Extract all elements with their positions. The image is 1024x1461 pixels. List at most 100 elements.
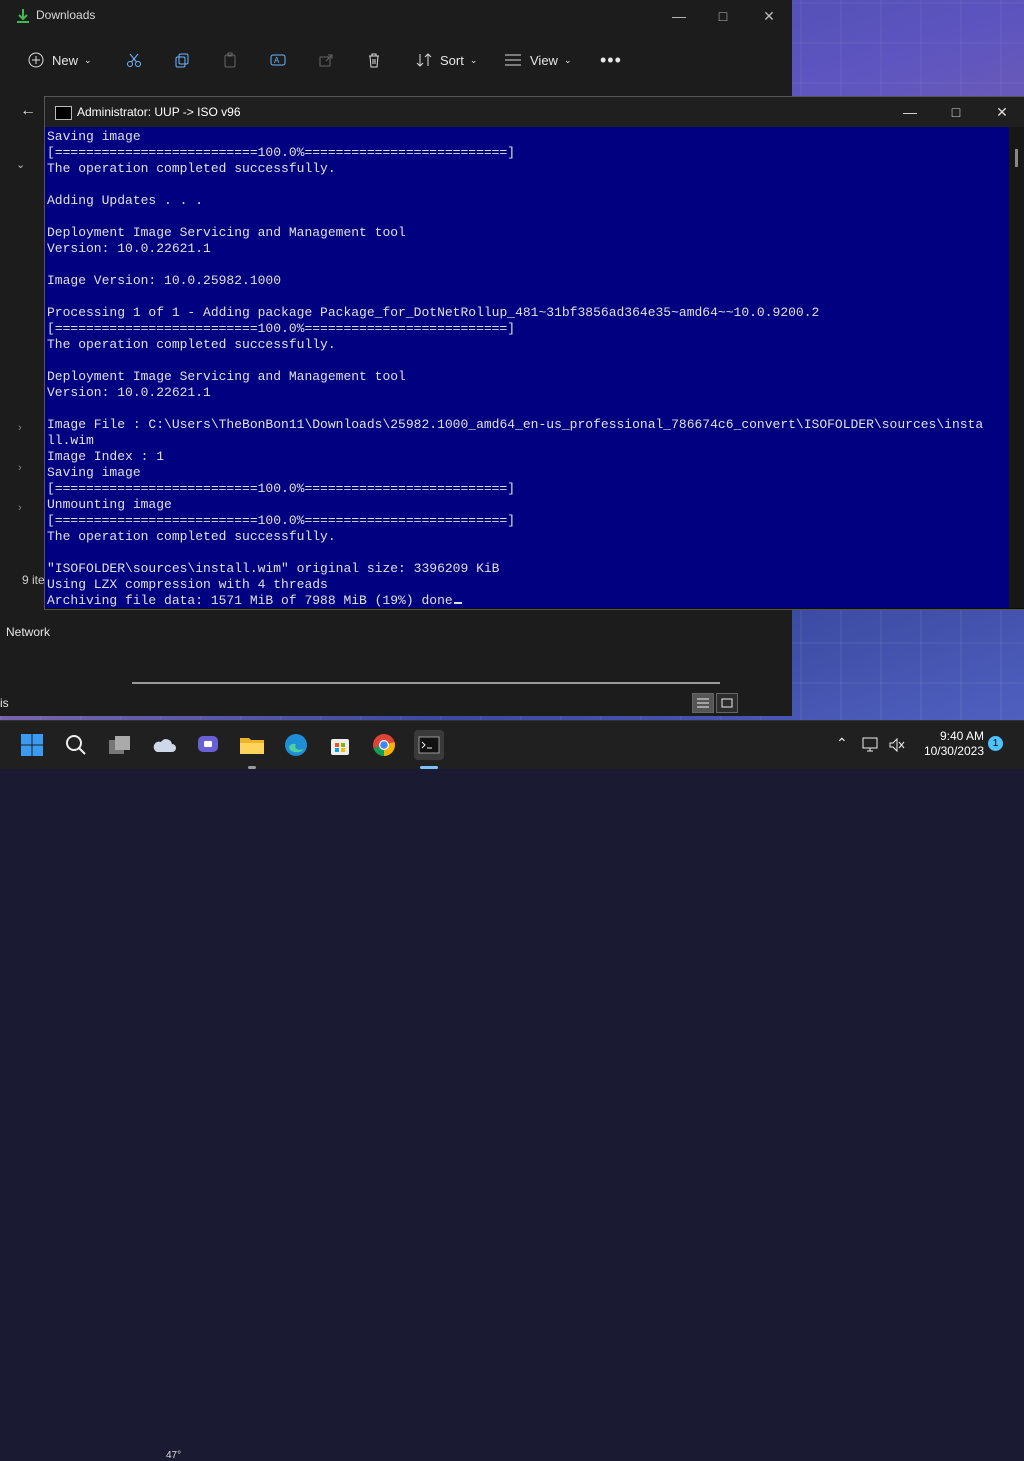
store-button[interactable] bbox=[326, 731, 354, 759]
chrome-button[interactable] bbox=[370, 731, 398, 759]
file-explorer-icon bbox=[240, 738, 264, 754]
console-window: Administrator: UUP -> ISO v96 — □ ✕ Savi… bbox=[44, 96, 1024, 610]
store-icon bbox=[331, 739, 349, 755]
console-line: Saving image bbox=[47, 465, 141, 480]
console-output[interactable]: Saving image [==========================1… bbox=[45, 127, 1009, 608]
view-label: View bbox=[530, 52, 558, 68]
console-line: The operation completed successfully. bbox=[47, 161, 336, 176]
console-line: Adding Updates . . . bbox=[47, 193, 204, 208]
status-bar-text: is bbox=[0, 696, 9, 710]
details-view-button[interactable] bbox=[692, 693, 714, 713]
more-options-button[interactable]: ••• bbox=[600, 46, 622, 74]
sort-label: Sort bbox=[440, 52, 464, 68]
explorer-sidebar: ⌄ › › › bbox=[0, 132, 44, 602]
start-button[interactable] bbox=[18, 731, 46, 759]
console-line: Deployment Image Servicing and Managemen… bbox=[47, 225, 406, 240]
console-line: Unmounting image bbox=[47, 497, 172, 512]
weather-temperature: 47° bbox=[166, 1450, 182, 1461]
rename-button[interactable]: A bbox=[270, 46, 286, 74]
console-line: The operation completed successfully. bbox=[47, 337, 336, 352]
copy-button[interactable] bbox=[174, 46, 190, 74]
scissors-icon bbox=[127, 53, 141, 67]
weather-icon bbox=[153, 739, 176, 752]
sort-button[interactable]: Sort ⌄ bbox=[416, 46, 477, 74]
terminal-button[interactable] bbox=[414, 730, 444, 760]
cut-button[interactable] bbox=[126, 46, 142, 74]
network-icon[interactable] bbox=[862, 737, 880, 753]
sidebar-item-network[interactable]: Network bbox=[6, 625, 50, 639]
search-icon bbox=[66, 735, 86, 755]
chevron-down-icon[interactable]: ⌄ bbox=[16, 158, 25, 171]
new-button[interactable]: New ⌄ bbox=[28, 46, 92, 74]
download-icon bbox=[17, 9, 29, 23]
explorer-minimize-button[interactable]: — bbox=[656, 0, 702, 32]
back-arrow-icon[interactable]: ← bbox=[20, 102, 36, 120]
chevron-right-icon[interactable]: › bbox=[18, 502, 22, 514]
trash-icon bbox=[369, 53, 379, 68]
console-line: "ISOFOLDER\sources\install.wim" original… bbox=[47, 561, 500, 576]
console-line: ll.wim bbox=[47, 433, 94, 448]
console-line: Saving image bbox=[47, 129, 141, 144]
console-line: Image File : C:\Users\TheBonBon11\Downlo… bbox=[47, 417, 984, 432]
view-list-icon bbox=[505, 54, 521, 66]
chevron-down-icon: ⌄ bbox=[563, 54, 572, 65]
console-line: Deployment Image Servicing and Managemen… bbox=[47, 369, 406, 384]
edge-button[interactable] bbox=[282, 731, 310, 759]
console-scrollbar-thumb[interactable] bbox=[1015, 149, 1018, 167]
delete-button[interactable] bbox=[366, 46, 382, 74]
search-button[interactable] bbox=[62, 731, 90, 759]
explorer-close-button[interactable]: ✕ bbox=[746, 0, 792, 32]
explorer-maximize-button[interactable]: □ bbox=[700, 0, 746, 32]
taskbar: 47° ⌃ 9:40 AM 10/30/2023 bbox=[0, 720, 1024, 1461]
share-button[interactable] bbox=[318, 46, 334, 74]
task-view-button[interactable] bbox=[106, 731, 134, 759]
console-app-icon bbox=[55, 106, 72, 120]
paste-button[interactable] bbox=[222, 46, 238, 74]
console-scrollbar[interactable] bbox=[1009, 127, 1024, 608]
console-line: Using LZX compression with 4 threads bbox=[47, 577, 328, 592]
file-explorer-button[interactable] bbox=[238, 731, 266, 759]
chevron-right-icon[interactable]: › bbox=[18, 422, 22, 434]
terminal-icon bbox=[418, 736, 440, 754]
explorer-titlebar[interactable]: Downloads — □ ✕ bbox=[0, 0, 792, 32]
console-line: [==========================100.0%=======… bbox=[47, 145, 516, 160]
console-maximize-button[interactable]: □ bbox=[933, 97, 979, 127]
clock-time: 9:40 AM bbox=[939, 729, 984, 743]
console-line: Archiving file data: 1571 MiB of 7988 Mi… bbox=[47, 593, 983, 608]
plus-circle-icon bbox=[28, 52, 44, 68]
tiles-view-icon bbox=[721, 698, 733, 708]
text-cursor bbox=[453, 602, 462, 604]
weather-widget[interactable] bbox=[150, 731, 178, 759]
horizontal-scrollbar[interactable] bbox=[132, 682, 720, 684]
view-button[interactable]: View ⌄ bbox=[504, 46, 572, 74]
edge-icon bbox=[285, 734, 307, 756]
volume-muted-icon[interactable] bbox=[888, 737, 906, 753]
console-close-button[interactable]: ✕ bbox=[979, 97, 1024, 127]
chrome-icon bbox=[373, 734, 395, 756]
sort-icon bbox=[416, 53, 432, 67]
console-minimize-button[interactable]: — bbox=[887, 97, 933, 127]
chevron-down-icon: ⌄ bbox=[84, 54, 92, 65]
tiles-view-button[interactable] bbox=[716, 693, 738, 713]
chevron-down-icon: ⌄ bbox=[469, 54, 478, 65]
console-line: Version: 10.0.22621.1 bbox=[47, 385, 211, 400]
console-titlebar[interactable]: Administrator: UUP -> ISO v96 — □ ✕ bbox=[45, 97, 1024, 127]
chevron-up-icon[interactable]: ⌃ bbox=[836, 735, 848, 752]
details-view-icon bbox=[697, 698, 709, 708]
console-title: Administrator: UUP -> ISO v96 bbox=[77, 105, 241, 119]
view-toggle bbox=[692, 693, 738, 713]
notification-badge[interactable]: 1 bbox=[988, 736, 1003, 751]
console-line: [==========================100.0%=======… bbox=[47, 513, 516, 528]
chevron-right-icon[interactable]: › bbox=[18, 462, 22, 474]
teams-chat-button[interactable] bbox=[194, 731, 222, 759]
console-line: Processing 1 of 1 - Adding package Packa… bbox=[47, 305, 820, 320]
explorer-command-bar: New ⌄ A Sort ⌄ View ⌄ ••• bbox=[0, 36, 792, 84]
console-line: Image Version: 10.0.25982.1000 bbox=[47, 273, 282, 288]
clock[interactable]: 9:40 AM 10/30/2023 bbox=[912, 729, 984, 759]
